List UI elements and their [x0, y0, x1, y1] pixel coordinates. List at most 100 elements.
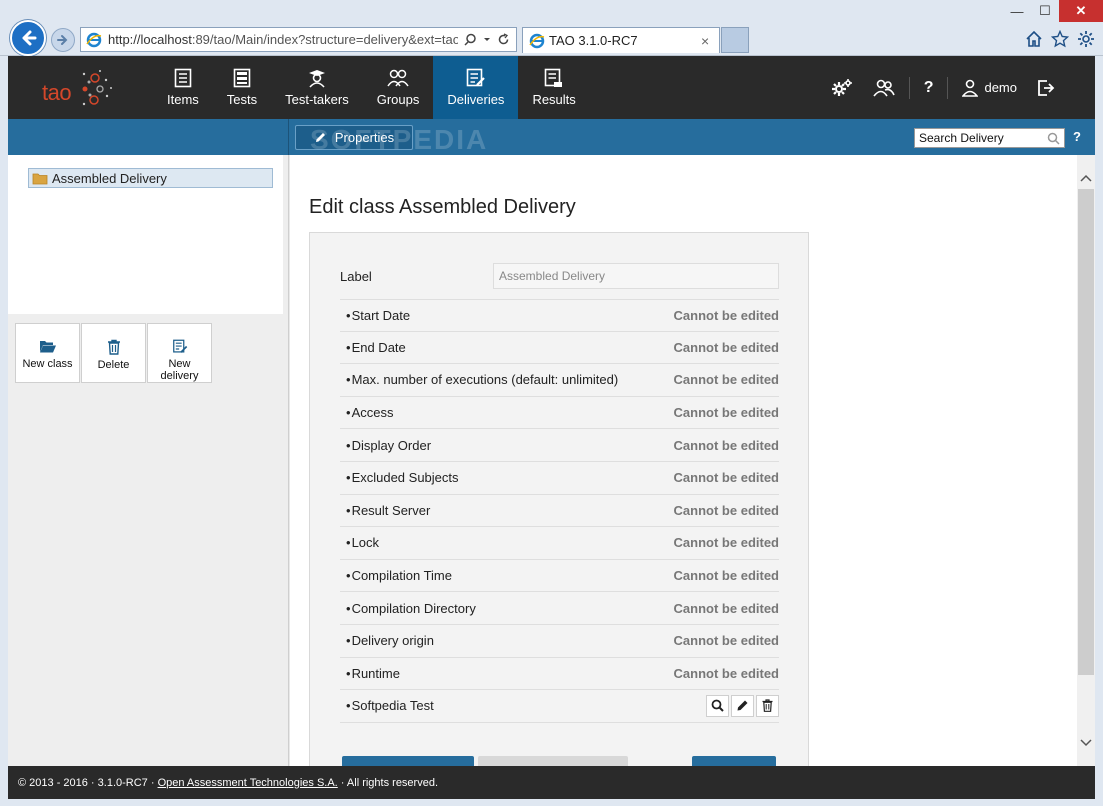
- secondary-button[interactable]: [478, 756, 628, 766]
- delete-button[interactable]: Delete: [81, 323, 146, 383]
- nav-test-takers-label: Test-takers: [285, 92, 349, 107]
- not-editable-text: Cannot be edited: [673, 600, 779, 616]
- scroll-down-icon[interactable]: [1077, 734, 1095, 752]
- header-right-tools: ? demo: [821, 56, 1065, 119]
- new-tab-button[interactable]: [721, 27, 749, 53]
- back-button[interactable]: [10, 20, 46, 56]
- nav-groups[interactable]: Groups: [363, 56, 434, 119]
- property-row: Delivery origin Cannot be edited: [340, 625, 779, 658]
- property-row: Lock Cannot be edited: [340, 527, 779, 560]
- home-icon[interactable]: [1025, 30, 1043, 48]
- tree-node-assembled-delivery[interactable]: Assembled Delivery: [28, 168, 273, 188]
- nav-results-label: Results: [532, 92, 576, 107]
- new-delivery-label-line1: New: [168, 358, 191, 370]
- property-name: Lock: [340, 535, 379, 550]
- help-button[interactable]: ?: [914, 79, 944, 97]
- scroll-up-icon[interactable]: [1077, 169, 1095, 187]
- not-editable-text: Cannot be edited: [673, 665, 779, 681]
- not-editable-text: Cannot be edited: [673, 307, 779, 323]
- user-menu[interactable]: demo: [952, 79, 1027, 97]
- nav-results[interactable]: Results: [518, 56, 589, 119]
- maximize-button[interactable]: ☐: [1031, 0, 1059, 22]
- ie-icon: [86, 32, 102, 47]
- deliveries-icon: [466, 68, 485, 87]
- tests-icon: [233, 68, 251, 88]
- label-row: Label Assembled Delivery: [340, 263, 779, 289]
- property-name: Excluded Subjects: [340, 470, 459, 485]
- search-delivery-field[interactable]: [914, 128, 1065, 148]
- address-bar[interactable]: http://localhost:89/tao/Main/index?struc…: [80, 27, 517, 52]
- arrow-right-icon: [57, 35, 68, 45]
- delete-label: Delete: [97, 359, 130, 371]
- action-bar-left: [8, 119, 289, 155]
- new-delivery-button[interactable]: New delivery: [147, 323, 212, 383]
- users-button[interactable]: [863, 78, 905, 98]
- nav-items[interactable]: Items: [153, 56, 213, 119]
- not-editable-text: Cannot be edited: [673, 568, 779, 584]
- logo-text: tao: [42, 80, 72, 105]
- properties-button[interactable]: Properties: [295, 125, 413, 150]
- add-property-button[interactable]: [342, 756, 474, 766]
- test-takers-icon: [308, 70, 325, 88]
- search-help-button[interactable]: ?: [1073, 129, 1081, 144]
- window-frame-left: [0, 56, 8, 806]
- save-button[interactable]: [692, 756, 776, 766]
- search-delivery-input[interactable]: [919, 131, 1047, 145]
- property-row: Max. number of executions (default: unli…: [340, 364, 779, 397]
- window-frame-bottom: [0, 799, 1103, 806]
- search-icon: [711, 700, 724, 713]
- nav-deliveries[interactable]: Deliveries: [433, 56, 519, 119]
- property-name: Display Order: [340, 438, 431, 453]
- settings-button[interactable]: [821, 78, 863, 98]
- new-delivery-label-line2: delivery: [160, 370, 199, 382]
- property-name: Result Server: [340, 503, 431, 518]
- not-editable-text: Cannot be edited: [673, 405, 779, 421]
- property-row: Display Order Cannot be edited: [340, 429, 779, 462]
- vertical-scrollbar[interactable]: [1077, 155, 1095, 766]
- address-tools: [458, 33, 516, 46]
- not-editable-text: Cannot be edited: [673, 535, 779, 551]
- property-name: End Date: [340, 340, 406, 355]
- scrollbar-thumb[interactable]: [1078, 189, 1094, 675]
- view-property-button[interactable]: [706, 694, 729, 717]
- property-row: Compilation Directory Cannot be edited: [340, 592, 779, 625]
- ie-tab-icon: [529, 33, 545, 48]
- label-input[interactable]: Assembled Delivery: [493, 263, 779, 289]
- tab-close-icon[interactable]: ×: [701, 33, 719, 49]
- not-editable-text: Cannot be edited: [673, 470, 779, 486]
- minimize-button[interactable]: —: [1003, 0, 1031, 22]
- app-header: tao Items Tests Test-takers Groups Deliv…: [8, 56, 1095, 119]
- form-bottom-buttons: [342, 756, 778, 766]
- close-window-button[interactable]: ✕: [1059, 0, 1103, 22]
- search-icon[interactable]: [464, 33, 477, 46]
- refresh-icon[interactable]: [497, 33, 510, 46]
- dropdown-icon[interactable]: [483, 33, 491, 46]
- left-panel: Assembled Delivery New class Delete New …: [8, 155, 289, 766]
- footer-copyright: © 2013 - 2016 · 3.1.0-RC7 ·: [18, 776, 158, 789]
- new-class-button[interactable]: New class: [15, 323, 80, 383]
- browser-chrome: — ☐ ✕ http://localhost:89/tao/Main/index…: [0, 0, 1103, 56]
- main-navigation: Items Tests Test-takers Groups Deliverie…: [153, 56, 590, 119]
- search-icon[interactable]: [1047, 132, 1060, 145]
- main-content: Edit class Assembled Delivery Label Asse…: [290, 155, 1077, 766]
- cogs-icon: [831, 78, 852, 96]
- user-icon: [962, 79, 979, 97]
- nav-tests-label: Tests: [226, 92, 258, 107]
- forward-button[interactable]: [51, 28, 75, 52]
- browser-tab[interactable]: TAO 3.1.0-RC7 ×: [522, 27, 720, 53]
- settings-gear-icon[interactable]: [1077, 30, 1095, 48]
- footer-company-link[interactable]: Open Assessment Technologies S.A.: [158, 777, 338, 789]
- nav-tests[interactable]: Tests: [213, 56, 271, 119]
- edit-property-button[interactable]: [731, 694, 754, 717]
- property-name: Delivery origin: [340, 633, 434, 648]
- tao-logo[interactable]: tao: [38, 64, 118, 112]
- nav-test-takers[interactable]: Test-takers: [271, 56, 363, 119]
- custom-property-actions: [706, 694, 779, 717]
- footer-rights: · All rights reserved.: [337, 776, 439, 789]
- tree-action-buttons: New class Delete New delivery: [15, 323, 212, 383]
- logout-button[interactable]: [1027, 79, 1065, 97]
- delete-property-button[interactable]: [756, 694, 779, 717]
- new-delivery-icon: [172, 339, 187, 353]
- favorites-star-icon[interactable]: [1051, 30, 1069, 48]
- action-bar: Properties ?: [8, 119, 1095, 155]
